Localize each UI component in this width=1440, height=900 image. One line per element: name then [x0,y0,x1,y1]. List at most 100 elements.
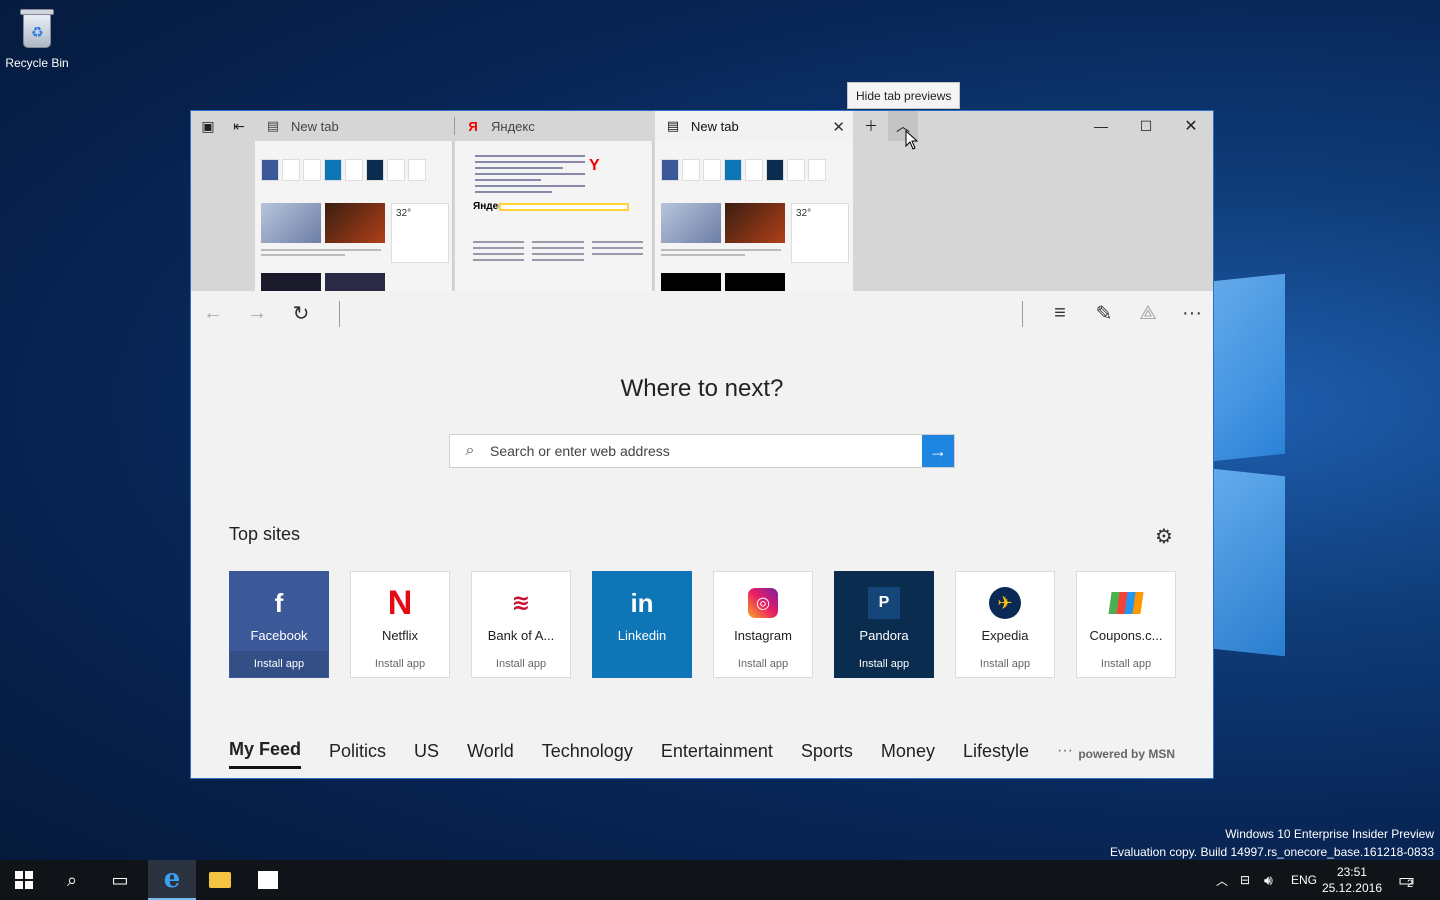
hub-icon[interactable]: ≡ [1045,299,1075,327]
top-site-name: Linkedin [617,628,667,643]
install-app-button[interactable]: Install app [351,651,449,677]
feed-more-button[interactable]: ··· [1057,742,1073,766]
top-site-coupons[interactable]: Coupons.c... Install app [1076,571,1176,678]
top-sites-title: Top sites [229,524,301,544]
share-icon[interactable]: ⟁ [1133,299,1163,327]
mouse-cursor-icon [905,130,919,150]
edge-taskbar-icon[interactable]: e [148,860,196,900]
yandex-icon: Я [468,118,478,134]
page-heading: Where to next? [620,375,784,402]
feed-tab-technology[interactable]: Technology [542,741,633,768]
feed-tab-lifestyle[interactable]: Lifestyle [963,741,1029,768]
netflix-icon: N [387,583,413,622]
recycle-bin-desktop-icon[interactable]: ♻ Recycle Bin [4,6,70,70]
search-box[interactable]: ⌕ Search or enter web address → [449,434,955,468]
action-center-button[interactable]: ▭ 2 [1398,860,1415,900]
web-note-icon[interactable]: ✎ [1089,299,1119,327]
instagram-icon: ◎ [714,586,812,620]
expedia-icon: ✈ [956,586,1054,620]
back-arrow-icon[interactable]: ← [198,299,228,327]
tab-preview-new-tab-active[interactable]: 32° [655,141,853,291]
hide-tab-previews-tooltip: Hide tab previews [847,82,961,109]
top-site-name: Bank of A... [487,628,555,643]
top-site-pandora[interactable]: P Pandora Install app [834,571,934,678]
forward-arrow-icon[interactable]: → [242,299,272,327]
show-hidden-icons-icon[interactable]: ︿ [1216,860,1228,900]
top-site-name: Netflix [381,628,419,643]
volume-icon[interactable]: 🔊︎ [1264,860,1273,900]
store-icon[interactable] [244,860,292,900]
facebook-icon: f [274,587,284,618]
install-app-button[interactable]: Install app [835,651,933,677]
tab-label: New tab [691,118,739,134]
install-app-button[interactable]: Install app [230,651,328,677]
tab-label: New tab [291,118,339,134]
tab-preview-yandex[interactable]: Y Яндекс [455,141,653,291]
set-tabs-aside-icon[interactable]: ⇤ [224,111,254,141]
feed-tab-my-feed[interactable]: My Feed [229,739,302,769]
top-site-bank-of-america[interactable]: ≋ Bank of A... Install app [471,571,571,678]
watermark-line-2: Evaluation copy. Build 14997.rs_onecore_… [1109,845,1434,859]
language-indicator[interactable]: ENG [1291,860,1317,900]
top-site-instagram[interactable]: ◎ Instagram Install app [713,571,813,678]
linkedin-icon: in [630,587,654,618]
newtab-icon: ▤ [666,118,680,133]
tab-label: Яндекс [491,118,535,134]
close-tab-icon[interactable]: ✕ [832,118,845,136]
install-app-button[interactable]: Install app [714,651,812,677]
recycle-bin-label: Recycle Bin [5,56,69,70]
powered-by-msn: powered by MSN [1078,747,1175,761]
feed-tab-sports[interactable]: Sports [801,741,853,768]
top-site-linkedin[interactable]: in Linkedin [592,571,692,678]
top-site-expedia[interactable]: ✈ Expedia Install app [955,571,1055,678]
tab-yandex[interactable]: Я Яндекс [455,111,653,141]
task-view-icon[interactable]: ▭ [96,860,144,900]
top-site-netflix[interactable]: N Netflix Install app [350,571,450,678]
tab-preview-new-tab-1[interactable]: 32° [255,141,453,291]
minimize-button[interactable]: — [1084,111,1118,141]
watermark-line-1: Windows 10 Enterprise Insider Preview [1225,827,1434,841]
taskbar: ⌕ ▭ e ︿ ⊟ 🔊︎ ENG 23:51 25.12.2016 ▭ 2 [0,860,1440,900]
gear-icon[interactable]: ⚙ [1155,524,1173,549]
feed-tab-entertainment[interactable]: Entertainment [661,741,773,768]
clock-time: 23:51 [1336,865,1367,879]
feed-tab-us[interactable]: US [414,741,439,768]
tab-new-tab-active[interactable]: ▤ New tab ✕ [655,111,853,141]
tabs-aside-icon[interactable]: ▣ [193,111,223,141]
clock-date: 25.12.2016 [1321,881,1382,895]
maximize-button[interactable]: ☐ [1129,111,1163,141]
install-app-button[interactable]: Install app [1077,651,1175,677]
refresh-icon[interactable]: ↻ [286,299,316,327]
tab-bar: ▣ ⇤ ▤ New tab Я Яндекс ▤ New tab ✕ ＋ ︿ —… [191,111,1213,141]
more-actions-icon[interactable]: ··· [1177,299,1207,327]
yandex-logo-icon: Y [589,157,600,174]
feed-tabs: My Feed Politics US World Technology Ent… [229,739,1103,769]
feed-tab-world[interactable]: World [467,741,514,768]
top-site-facebook[interactable]: f Facebook Install app [229,571,329,678]
install-app-button[interactable]: Install app [472,651,570,677]
search-taskbar-icon[interactable]: ⌕ [48,860,96,900]
search-icon: ⌕ [465,442,475,459]
start-button[interactable] [0,860,48,900]
install-app-button[interactable]: Install app [956,651,1054,677]
top-site-name: Coupons.c... [1089,628,1163,643]
top-site-name: Pandora [859,628,909,643]
preview-weather-temp: 32° [796,208,812,219]
recycle-bin-icon: ♻ [18,6,56,50]
feed-tab-politics[interactable]: Politics [329,741,386,768]
file-explorer-icon[interactable] [196,860,244,900]
preview-weather-temp: 32° [396,208,412,219]
network-icon[interactable]: ⊟ [1240,860,1250,900]
feed-tab-money[interactable]: Money [881,741,935,768]
new-tab-button[interactable]: ＋ [856,111,886,141]
clock[interactable]: 23:51 25.12.2016 [1322,864,1382,896]
search-input[interactable]: Search or enter web address [490,443,922,459]
bank-of-america-icon: ≋ [511,590,531,615]
go-arrow-button[interactable]: → [922,435,954,467]
windows-start-icon [15,871,33,889]
navigation-toolbar: ← → ↻ ≡ ✎ ⟁ ··· [191,291,1213,335]
tab-new-tab-1[interactable]: ▤ New tab [255,111,453,141]
close-window-button[interactable]: ✕ [1174,111,1208,141]
newtab-icon: ▤ [266,118,280,133]
top-site-name: Expedia [981,628,1029,643]
